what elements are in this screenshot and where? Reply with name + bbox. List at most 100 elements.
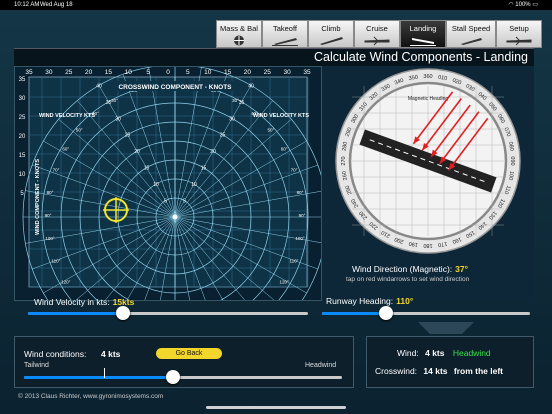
compass-tick-label: 090 bbox=[509, 156, 515, 165]
left-tick-label: 15 bbox=[19, 153, 26, 159]
tab-cruise[interactable]: Cruise bbox=[354, 20, 400, 48]
angle-label: 100° bbox=[295, 236, 305, 241]
battery-icon: ▭ bbox=[530, 2, 538, 8]
tab-label: Mass & Bal bbox=[220, 24, 258, 33]
top-tick-label: 10 bbox=[125, 69, 133, 76]
velocity-label-left: WIND VELOCITY KTS bbox=[39, 113, 95, 119]
crosswind-result-value: 14 kts bbox=[423, 366, 448, 376]
crosswind-chart[interactable]: 35 30 25 20 15 10 5 0 5 10 15 20 25 30 35 35 30 25 20 15 10… bbox=[14, 64, 328, 370]
angle-label: 110° bbox=[289, 258, 298, 263]
tab-mass-bal[interactable]: Mass & Bal bbox=[216, 20, 262, 48]
conditions-zero-marker bbox=[104, 368, 105, 378]
conditions-slider-fill bbox=[24, 376, 174, 379]
angle-label: 30° bbox=[111, 98, 118, 103]
compass-tick-label: 360 bbox=[423, 74, 432, 80]
runway-slider-thumb[interactable] bbox=[379, 306, 394, 320]
headwind-label: Headwind bbox=[305, 362, 337, 369]
crosswind-result: Crosswind: 14 kts from the left bbox=[375, 366, 503, 376]
conditions-unit: kts bbox=[108, 349, 121, 359]
page-title: Calculate Wind Components - Landing bbox=[313, 50, 528, 64]
speed-label: 20 bbox=[210, 149, 216, 155]
crosswind-title: CROSSWIND COMPONENT - KNOTS bbox=[118, 84, 232, 91]
magnetic-heading-label: Magnetic Heading bbox=[408, 96, 449, 102]
tailwind-label: Tailwind bbox=[24, 362, 49, 369]
angle-label: 50° bbox=[267, 128, 274, 133]
compass-tick-label: 180 bbox=[423, 242, 432, 248]
crosswind-chart-svg: 35 30 25 20 15 10 5 0 5 10 15 20 25 30 35 35 30 25 20 15 10… bbox=[19, 64, 328, 370]
angle-label: 60° bbox=[62, 147, 69, 152]
conditions-label: Wind conditions: bbox=[24, 349, 87, 359]
angle-label: 90° bbox=[299, 213, 306, 218]
angle-label: 120° bbox=[280, 280, 290, 285]
speed-label: 20 bbox=[134, 149, 140, 155]
left-tick-label: 20 bbox=[19, 134, 26, 140]
tab-setup[interactable]: Setup bbox=[496, 20, 542, 48]
top-tick-label: 5 bbox=[146, 69, 150, 76]
tab-label: Landing bbox=[409, 24, 437, 33]
footer-copyright: © 2013 Claus Richter, www.gyronimosystem… bbox=[18, 393, 164, 400]
chart-origin bbox=[172, 214, 178, 220]
angle-label: 70° bbox=[53, 168, 60, 173]
tab-label: Cruise bbox=[366, 24, 388, 33]
tab-landing[interactable]: Landing bbox=[400, 20, 446, 48]
speed-label: 35 bbox=[106, 100, 112, 106]
speed-label: 5 bbox=[183, 199, 186, 205]
scale-icon bbox=[234, 35, 244, 46]
status-date: Wed Aug 18 bbox=[40, 2, 73, 8]
angle-label: 110° bbox=[52, 258, 61, 263]
down-chevron-icon bbox=[418, 322, 474, 334]
plane-takeoff-icon bbox=[272, 38, 298, 46]
home-indicator[interactable] bbox=[206, 406, 346, 409]
top-tick-label: 20 bbox=[85, 69, 93, 76]
speed-label: 25 bbox=[125, 133, 131, 139]
speed-label: 15 bbox=[201, 166, 207, 172]
results-panel bbox=[366, 336, 534, 388]
tab-stall-speed[interactable]: Stall Speed bbox=[446, 20, 496, 48]
runway-label-row: Runway Heading: 110° bbox=[326, 296, 413, 306]
runway-label: Runway Heading: bbox=[326, 296, 394, 306]
top-tick-label: 30 bbox=[284, 69, 292, 76]
status-bar: 10:12 AM Wed Aug 18 ◠ 100% ▭ bbox=[0, 0, 552, 10]
wind-component-label: WIND COMPONENT - KNOTS bbox=[35, 159, 41, 235]
wind-conditions-panel bbox=[14, 336, 354, 388]
left-tick-labels: 35 30 25 20 15 10 5 bbox=[19, 77, 26, 197]
left-tick-label: 30 bbox=[19, 96, 26, 102]
top-tick-labels: 35 30 25 20 15 10 5 0 5 10 15 20 25 30 35 bbox=[25, 69, 311, 76]
left-tick-label: 10 bbox=[19, 172, 26, 178]
angle-label: 100° bbox=[45, 236, 55, 241]
battery-percent: 100% bbox=[515, 2, 531, 8]
wind-result: Wind: 4 kts Headwind bbox=[397, 348, 491, 358]
speed-label: 40 bbox=[96, 83, 102, 89]
top-tick-label: 35 bbox=[303, 69, 311, 76]
speed-label: 10 bbox=[153, 182, 159, 188]
conditions-value: 4 bbox=[101, 349, 106, 359]
top-tick-label: 25 bbox=[65, 69, 73, 76]
tab-climb[interactable]: Climb bbox=[308, 20, 354, 48]
velocity-label-right: WIND VELOCITY KTS bbox=[253, 113, 309, 119]
wind-direction-label: Wind Direction (Magnetic): bbox=[352, 264, 453, 274]
top-tick-label: 15 bbox=[105, 69, 113, 76]
speed-label: 30 bbox=[229, 116, 235, 122]
top-tick-label: 35 bbox=[25, 69, 33, 76]
angle-label: 120° bbox=[61, 280, 71, 285]
go-back-button[interactable]: Go Back bbox=[156, 348, 222, 359]
velocity-slider-fill bbox=[28, 312, 124, 315]
runway-compass[interactable]: 360 010 0200300400500600700800901001101201… bbox=[322, 66, 534, 266]
runway-slider-fill bbox=[322, 312, 387, 315]
velocity-label: Wind Velocity in kts: bbox=[34, 297, 110, 307]
speed-label: 40 bbox=[248, 83, 254, 89]
velocity-label-row: Wind Velocity in kts: 15kts bbox=[34, 297, 134, 307]
speed-label: 35 bbox=[239, 100, 245, 106]
tab-takeoff[interactable]: Takeoff bbox=[262, 20, 308, 48]
conditions-row: 4 kts bbox=[101, 349, 120, 359]
tab-label: Setup bbox=[509, 24, 529, 33]
wind-result-label: Wind: bbox=[397, 348, 419, 358]
plane-landing-icon bbox=[410, 38, 436, 46]
plane-stall-icon bbox=[461, 38, 482, 45]
velocity-slider-thumb[interactable] bbox=[116, 306, 131, 320]
angle-label: 70° bbox=[291, 168, 298, 173]
angle-label: 50° bbox=[76, 128, 83, 133]
top-tick-label: 20 bbox=[244, 69, 252, 76]
app-window: 10:12 AM Wed Aug 18 ◠ 100% ▭ Mass & Bal … bbox=[0, 0, 552, 414]
speed-label: 30 bbox=[115, 116, 121, 122]
